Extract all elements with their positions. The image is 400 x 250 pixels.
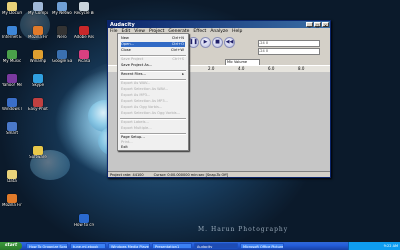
- menu-item-export-selection-ogg[interactable]: Export Selection As Ogg Vorbis...: [121, 111, 185, 116]
- menu-item-export-mp3[interactable]: Export As MP3...: [121, 93, 185, 98]
- desktop-icon[interactable]: Smart: [2, 122, 22, 136]
- record-meter[interactable]: -24 0: [258, 48, 320, 55]
- window-title: Audacity: [110, 21, 135, 28]
- menu-item-save-project[interactable]: Save Project Ctrl+S: [121, 57, 185, 62]
- app-icon: [7, 122, 17, 131]
- taskbar-button[interactable]: How To Organize Songs: [26, 243, 68, 249]
- desktop-icon[interactable]: My Network Places: [52, 2, 72, 16]
- clock[interactable]: 9:22 AM: [384, 244, 398, 248]
- picasa-icon: [79, 50, 89, 59]
- menu-item-export-selection-mp3[interactable]: Export Selection As MP3...: [121, 99, 185, 104]
- menu-help[interactable]: Help: [232, 28, 242, 35]
- computer-icon: [33, 2, 43, 11]
- nero-icon: [57, 26, 67, 35]
- desktop-icon[interactable]: Easy-Photo: [28, 98, 48, 112]
- wallpaper-watermark: M. Harun Photography: [198, 226, 289, 233]
- menu-item-exit[interactable]: Exit: [121, 145, 185, 149]
- close-button[interactable]: ×: [322, 22, 329, 28]
- media-player-icon: [7, 98, 17, 107]
- desktop-icon[interactable]: Yahoo! Messenger: [2, 74, 22, 88]
- menu-item-export-ogg[interactable]: Export As Ogg Vorbis...: [121, 105, 185, 110]
- photo-app-icon: [33, 98, 43, 107]
- project-rate[interactable]: Project rate: 44100: [110, 172, 144, 177]
- cursor-position: Cursor: 0:00.000000 min:sec [Snap-To Off…: [153, 173, 229, 177]
- desktop-icon[interactable]: Adobe Reader: [74, 26, 94, 40]
- pause-button[interactable]: ❚❚: [188, 37, 199, 48]
- desktop-icon[interactable]: My Computer: [28, 2, 48, 16]
- desktop-icon[interactable]: My Documents: [2, 2, 22, 16]
- desktop-icon[interactable]: Picasa: [74, 50, 94, 64]
- desktop-icon[interactable]: My Music: [2, 50, 22, 64]
- folder-icon: [7, 170, 17, 179]
- desktop-icon[interactable]: Skype: [28, 74, 48, 88]
- skip-start-button[interactable]: ◀◀: [224, 37, 235, 48]
- start-button[interactable]: start: [0, 242, 22, 250]
- google-earth-icon: [57, 50, 67, 59]
- desktop-icon[interactable]: Software: [28, 146, 48, 160]
- taskbar-button[interactable]: Audacity: [194, 243, 238, 249]
- desktop-icon[interactable]: Google Earth: [52, 50, 72, 64]
- menu-item-new[interactable]: New Ctrl+N: [121, 36, 185, 41]
- playback-meter[interactable]: -24 0: [258, 40, 320, 47]
- web-shortcut-icon: [79, 214, 89, 223]
- window-titlebar[interactable]: Audacity _ □ ×: [108, 21, 330, 28]
- menu-item-export-wav[interactable]: Export As WAV...: [121, 81, 185, 86]
- internet-explorer-icon: [7, 26, 17, 35]
- play-button[interactable]: ▶: [200, 37, 211, 48]
- menu-item-export-labels[interactable]: Export Labels...: [121, 120, 185, 125]
- desktop-icon[interactable]: Winamp: [28, 50, 48, 64]
- taskbar: start How To Organize Songs tune.ml.eboo…: [0, 242, 400, 250]
- system-tray: 9:22 AM: [348, 242, 400, 250]
- desktop-icon[interactable]: How to create...: [74, 214, 94, 228]
- taskbar-button[interactable]: Windows Media Player: [108, 243, 150, 249]
- network-icon: [57, 2, 67, 11]
- adobe-reader-icon: [79, 26, 89, 35]
- desktop: M. Harun Photography My Documents My Com…: [0, 0, 400, 242]
- menu-item-export-selection-wav[interactable]: Export Selection As WAV...: [121, 87, 185, 92]
- desktop-icon[interactable]: Mozilla Firefox: [2, 194, 22, 208]
- music-folder-icon: [7, 50, 17, 59]
- desktop-icon[interactable]: Mozilla Firefox: [28, 26, 48, 40]
- winamp-icon: [33, 50, 43, 59]
- messenger-icon: [7, 74, 17, 83]
- file-menu-dropdown: New Ctrl+N Open... Ctrl+O Close Ctrl+W Save…: [117, 33, 189, 151]
- recycle-bin-icon: [79, 2, 89, 11]
- firefox-icon: [7, 194, 17, 203]
- desktop-icon[interactable]: Nero: [52, 26, 72, 40]
- minimize-button[interactable]: _: [306, 22, 313, 28]
- menu-item-close[interactable]: Close Ctrl+W: [121, 48, 185, 53]
- menu-item-recent-files[interactable]: Recent Files... ▸: [121, 72, 185, 77]
- taskbar-button[interactable]: Presentation1: [152, 243, 192, 249]
- taskbar-button[interactable]: Microsoft Office Picture...: [240, 243, 284, 249]
- skype-icon: [33, 74, 43, 83]
- desktop-icon[interactable]: Recycle Bin: [74, 2, 94, 16]
- maximize-button[interactable]: □: [314, 22, 321, 28]
- menu-item-open[interactable]: Open... Ctrl+O: [121, 42, 185, 47]
- status-bar: Project rate: 44100 Cursor: 0:00.000000 …: [108, 171, 330, 177]
- menu-item-export-multiple[interactable]: Export Multiple...: [121, 126, 185, 131]
- desktop-icon[interactable]: Windows Media Player: [2, 98, 22, 112]
- folder-icon: [7, 2, 17, 11]
- folder-icon: [33, 146, 43, 155]
- desktop-icon[interactable]: Data: [2, 170, 22, 184]
- menu-analyze[interactable]: Analyze: [210, 28, 228, 35]
- menu-effect[interactable]: Effect: [193, 28, 206, 35]
- menu-item-save-project-as[interactable]: Save Project As...: [121, 63, 185, 68]
- firefox-icon: [33, 26, 43, 35]
- stop-button[interactable]: ■: [212, 37, 223, 48]
- taskbar-button[interactable]: tune.ml.ebook: [70, 243, 106, 249]
- desktop-icon[interactable]: Internet Explorer: [2, 26, 22, 40]
